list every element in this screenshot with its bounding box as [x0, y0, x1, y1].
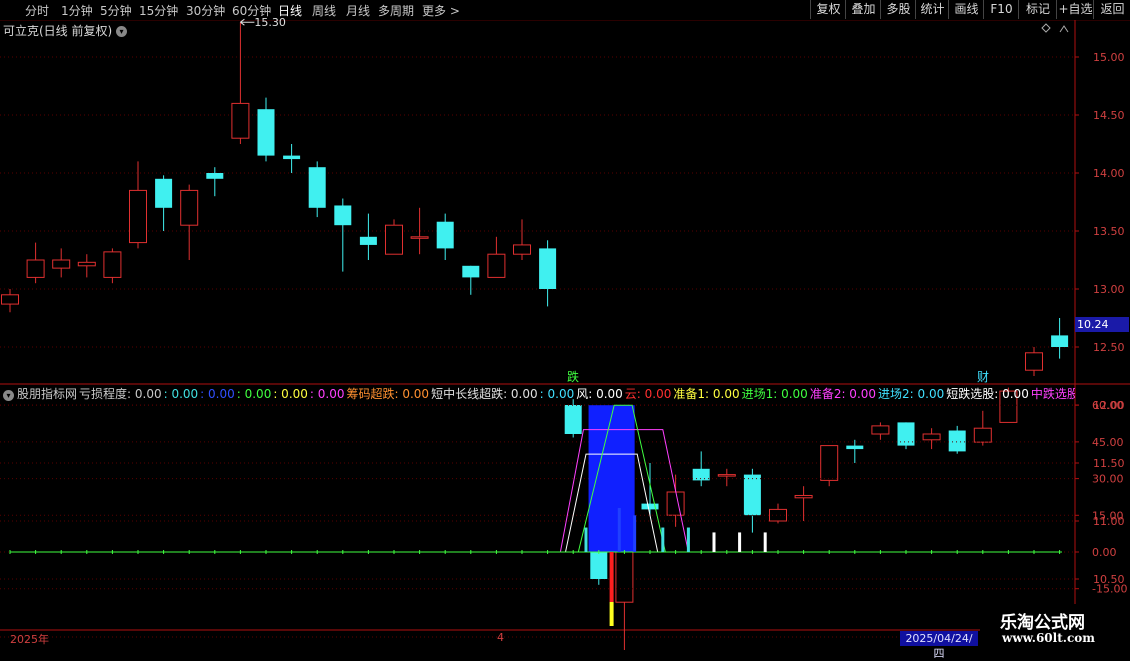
candle-body-up — [77, 261, 96, 267]
candle-body-up — [52, 259, 71, 269]
kline-chart[interactable]: 15.0014.5014.0013.5013.0012.5012.0011.50… — [0, 0, 1130, 650]
indicator-value-10: 风: 0.00 — [576, 387, 623, 401]
indicator-yellow-spike — [609, 602, 614, 626]
candle-body-up — [103, 251, 122, 278]
candle-body-down — [206, 173, 224, 179]
candle-body-up — [871, 425, 890, 435]
candle-body-up — [513, 244, 531, 255]
candle-body-down — [539, 248, 557, 289]
indicator-value-17: 中跌选股: 0.0 — [1030, 387, 1075, 401]
candle-body-down — [846, 445, 864, 450]
indicator-value-11: 云: 0.00 — [624, 387, 672, 401]
signal-die-label: 跌 — [567, 369, 579, 384]
candle-body-down — [334, 205, 352, 226]
date-year-label: 2025年 — [10, 633, 49, 646]
price-tick-label: 15.00 — [1093, 51, 1125, 64]
watermark-url: www.60lt.com — [1002, 631, 1095, 645]
indicator-value-13: 进场1: 0.00 — [741, 387, 808, 401]
chevron-down-icon[interactable]: ▾ — [3, 390, 14, 401]
candle-body-up — [717, 474, 736, 477]
indicator-value-14: 准备2: 0.00 — [809, 387, 877, 401]
candle-body-up — [1, 294, 19, 305]
indicator-tick-label: 45.00 — [1092, 436, 1124, 449]
candle-body-down — [436, 221, 454, 249]
indicator-spike — [763, 532, 767, 552]
indicator-tick-label: 0.00 — [1092, 546, 1117, 559]
candle-body-down — [1051, 335, 1069, 347]
indicator-spike — [633, 515, 637, 552]
indicator-spike — [686, 527, 690, 552]
price-tick-label: 13.50 — [1093, 225, 1125, 238]
candle-body-up — [1025, 352, 1043, 371]
indicator-spike — [617, 507, 621, 552]
date-month-label: 4 — [497, 631, 504, 644]
current-date-box: 2025/04/24/四 — [900, 631, 978, 660]
candle-body-up — [129, 189, 147, 244]
indicator-spike — [661, 527, 665, 552]
indicator-tick-label: 15.00 — [1092, 509, 1124, 522]
indicator-value-15: 进场2: 0.00 — [878, 387, 945, 401]
indicator-spike — [738, 532, 742, 552]
candle-body-up — [922, 433, 941, 441]
indicator-tick-label: -15.00 — [1092, 583, 1127, 596]
candle-body-down — [564, 405, 582, 434]
indicator-value-9: : 0.00 — [539, 387, 575, 401]
price-tick-label: 11.50 — [1093, 457, 1125, 470]
indicator-value-16: 短跌选股: 0.00 — [946, 387, 1029, 401]
candle-body-down — [257, 109, 275, 156]
indicator-value-4: : 0.00 — [236, 387, 272, 401]
indicator-tick-label: 30.00 — [1092, 473, 1124, 486]
signal-cai-label: 财 — [977, 370, 989, 384]
candle-body-up — [794, 494, 813, 499]
candle-body-down — [308, 167, 326, 208]
indicator-value-8: 短中长线超跌: 0.00 — [431, 387, 538, 401]
indicator-value-6: : 0.00 — [309, 387, 345, 401]
indicator-value-0: 股朋指标网 — [17, 387, 78, 401]
indicator-red-spike — [609, 552, 614, 602]
candle-body-down — [283, 155, 301, 160]
high-marker-arrow — [240, 18, 255, 26]
candle-body-up — [973, 427, 992, 443]
indicator-spike — [584, 527, 588, 552]
candle-body-down — [462, 265, 480, 278]
watermark-title: 乐淘公式网 — [1000, 613, 1085, 633]
indicator-value-1: 亏损程度: 0.00 — [79, 387, 162, 401]
indicator-header: ▾ 股朋指标网 亏损程度: 0.00: 0.00: 0.00: 0.00: 0.00… — [0, 385, 1075, 403]
candle-body-up — [487, 253, 506, 278]
candle-body-up — [410, 236, 429, 239]
current-price-tag: 10.24 — [1075, 317, 1129, 332]
price-tick-label: 14.50 — [1093, 109, 1125, 122]
candle-body-up — [820, 445, 839, 481]
price-tick-label: 13.00 — [1093, 283, 1125, 296]
candle-body-up — [385, 224, 403, 255]
indicator-value-7: 筹码超跌: 0.00 — [346, 387, 430, 401]
indicator-value-12: 准备1: 0.00 — [673, 387, 740, 401]
indicator-value-3: : 0.00 — [200, 387, 235, 401]
candle-body-down — [948, 430, 966, 452]
indicator-value-2: : 0.00 — [163, 387, 199, 401]
price-tick-label: 12.50 — [1093, 341, 1125, 354]
candle-body-down — [692, 468, 710, 481]
high-price-label: 15.30 — [254, 16, 286, 29]
indicator-value-5: : 0.00 — [273, 387, 308, 401]
candle-body-up — [666, 491, 685, 516]
indicator-spike — [712, 532, 716, 552]
arrow-up-icon — [1059, 25, 1069, 33]
price-tick-label: 14.00 — [1093, 167, 1125, 180]
candle-body-down — [359, 236, 377, 245]
indicator-blue-bar — [588, 405, 635, 552]
candle-body-up — [231, 102, 250, 139]
diamond-icon — [1041, 23, 1051, 33]
indicator-tick-label: 60.00 — [1092, 399, 1124, 412]
candle-body-up — [26, 259, 45, 278]
candle-body-down — [155, 178, 173, 208]
candle-body-down — [743, 474, 761, 516]
candle-body-up — [180, 189, 199, 226]
